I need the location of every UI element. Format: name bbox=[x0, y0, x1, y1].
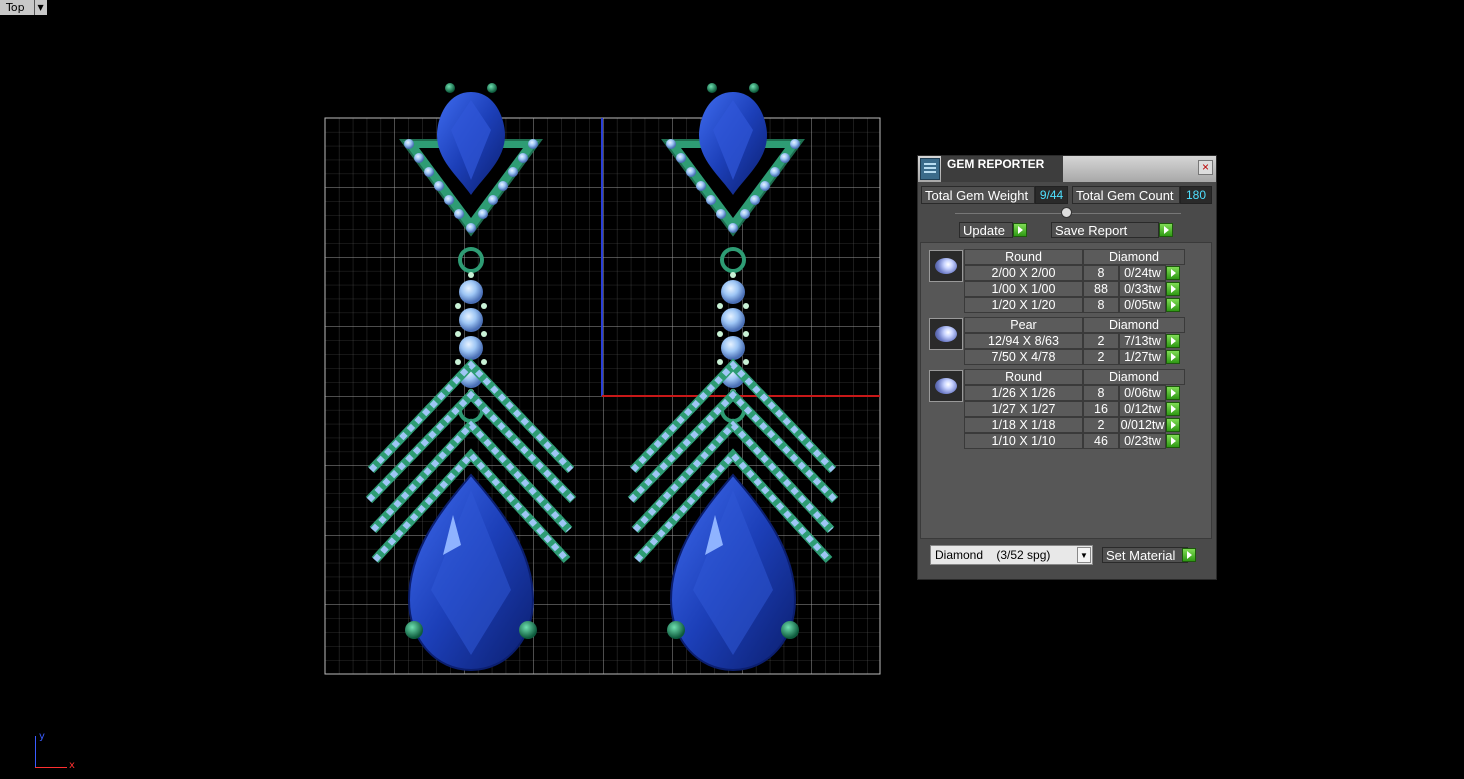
select-gem-go-icon[interactable] bbox=[1166, 350, 1180, 364]
viewport-canvas[interactable] bbox=[0, 0, 1464, 779]
gem-row[interactable]: 1/10 X 1/10 46 0/23tw bbox=[964, 433, 1180, 449]
material-select[interactable]: Diamond (3/52 spg) ▼ bbox=[930, 545, 1093, 565]
gem-row[interactable]: 1/00 X 1/00 88 0/33tw bbox=[964, 281, 1180, 297]
save-report-go-icon[interactable] bbox=[1159, 223, 1173, 237]
select-gem-go-icon[interactable] bbox=[1166, 266, 1180, 280]
select-gem-go-icon[interactable] bbox=[1166, 402, 1180, 416]
gem-count: 46 bbox=[1083, 433, 1119, 449]
gem-shape-label: Round bbox=[964, 369, 1083, 385]
gem-size: 12/94 X 8/63 bbox=[964, 333, 1083, 349]
gem-weight: 0/012tw bbox=[1119, 417, 1166, 433]
gem-weight: 0/06tw bbox=[1119, 385, 1166, 401]
gem-weight: 0/24tw bbox=[1119, 265, 1166, 281]
material-select-value: Diamond (3/52 spg) bbox=[935, 548, 1051, 562]
gem-row[interactable]: 1/26 X 1/26 8 0/06tw bbox=[964, 385, 1180, 401]
close-icon[interactable]: × bbox=[1198, 160, 1213, 175]
gem-row[interactable]: 1/20 X 1/20 8 0/05tw bbox=[964, 297, 1180, 313]
select-gem-go-icon[interactable] bbox=[1166, 418, 1180, 432]
gem-count: 8 bbox=[1083, 385, 1119, 401]
set-material-button[interactable]: Set Material bbox=[1102, 547, 1188, 563]
round-diamond-gem-icon bbox=[929, 370, 963, 402]
gem-row[interactable]: 12/94 X 8/63 2 7/13tw bbox=[964, 333, 1180, 349]
set-material-go-icon[interactable] bbox=[1182, 548, 1196, 562]
gem-list[interactable]: Round Diamond 2/00 X 2/00 8 0/24tw 1/00 … bbox=[920, 242, 1212, 539]
pear-diamond-gem-icon bbox=[929, 318, 963, 350]
panel-title: GEM REPORTER bbox=[941, 156, 1063, 182]
gem-weight: 0/23tw bbox=[1119, 433, 1166, 449]
gem-shape-label: Pear bbox=[964, 317, 1083, 333]
gem-reporter-logo-icon bbox=[920, 158, 940, 180]
gem-size: 7/50 X 4/78 bbox=[964, 349, 1083, 365]
gem-group-header: Round Diamond bbox=[964, 249, 1185, 265]
gem-material-label: Diamond bbox=[1083, 369, 1185, 385]
total-gem-count-label: Total Gem Count bbox=[1072, 186, 1180, 204]
gem-group-header: Round Diamond bbox=[964, 369, 1185, 385]
panel-titlebar[interactable]: GEM REPORTER × bbox=[918, 156, 1216, 182]
total-gem-weight-label: Total Gem Weight bbox=[921, 186, 1035, 204]
select-gem-go-icon[interactable] bbox=[1166, 298, 1180, 312]
total-gem-weight-value: 9/44 bbox=[1035, 186, 1068, 204]
select-gem-go-icon[interactable] bbox=[1166, 386, 1180, 400]
select-gem-go-icon[interactable] bbox=[1166, 334, 1180, 348]
gem-count: 8 bbox=[1083, 265, 1119, 281]
gem-weight: 0/12tw bbox=[1119, 401, 1166, 417]
gem-count: 2 bbox=[1083, 349, 1119, 365]
x-axis-label: x bbox=[69, 760, 75, 771]
gem-group-header: Pear Diamond bbox=[964, 317, 1185, 333]
gem-weight: 0/05tw bbox=[1119, 297, 1166, 313]
x-axis-indicator-line bbox=[35, 767, 67, 768]
gem-row[interactable]: 1/27 X 1/27 16 0/12tw bbox=[964, 401, 1180, 417]
gem-count: 88 bbox=[1083, 281, 1119, 297]
update-go-icon[interactable] bbox=[1013, 223, 1027, 237]
gem-row[interactable]: 2/00 X 2/00 8 0/24tw bbox=[964, 265, 1180, 281]
gem-weight: 7/13tw bbox=[1119, 333, 1166, 349]
gem-count: 2 bbox=[1083, 333, 1119, 349]
gem-weight: 0/33tw bbox=[1119, 281, 1166, 297]
gem-size: 1/18 X 1/18 bbox=[964, 417, 1083, 433]
gem-size: 2/00 X 2/00 bbox=[964, 265, 1083, 281]
gem-size: 1/26 X 1/26 bbox=[964, 385, 1083, 401]
y-axis-indicator-line bbox=[35, 736, 36, 767]
select-gem-go-icon[interactable] bbox=[1166, 434, 1180, 448]
total-gem-count-value: 180 bbox=[1180, 186, 1212, 204]
gem-reporter-panel: GEM REPORTER × Total Gem Weight 9/44 Tot… bbox=[917, 155, 1217, 580]
gem-count: 16 bbox=[1083, 401, 1119, 417]
update-button[interactable]: Update bbox=[959, 222, 1013, 238]
chevron-down-icon[interactable]: ▼ bbox=[1077, 547, 1091, 563]
select-gem-go-icon[interactable] bbox=[1166, 282, 1180, 296]
panel-slider-knob[interactable] bbox=[1061, 207, 1072, 218]
gem-row[interactable]: 7/50 X 4/78 2 1/27tw bbox=[964, 349, 1180, 365]
gem-row[interactable]: 1/18 X 1/18 2 0/012tw bbox=[964, 417, 1180, 433]
gem-size: 1/10 X 1/10 bbox=[964, 433, 1083, 449]
gem-size: 1/20 X 1/20 bbox=[964, 297, 1083, 313]
gem-count: 2 bbox=[1083, 417, 1119, 433]
gem-shape-label: Round bbox=[964, 249, 1083, 265]
round-diamond-gem-icon bbox=[929, 250, 963, 282]
gem-material-label: Diamond bbox=[1083, 317, 1185, 333]
gem-count: 8 bbox=[1083, 297, 1119, 313]
axis-indicator: y x bbox=[30, 730, 80, 775]
y-axis-label: y bbox=[39, 731, 45, 742]
gem-size: 1/27 X 1/27 bbox=[964, 401, 1083, 417]
gem-weight: 1/27tw bbox=[1119, 349, 1166, 365]
save-report-button[interactable]: Save Report bbox=[1051, 222, 1159, 238]
gem-size: 1/00 X 1/00 bbox=[964, 281, 1083, 297]
gem-material-label: Diamond bbox=[1083, 249, 1185, 265]
